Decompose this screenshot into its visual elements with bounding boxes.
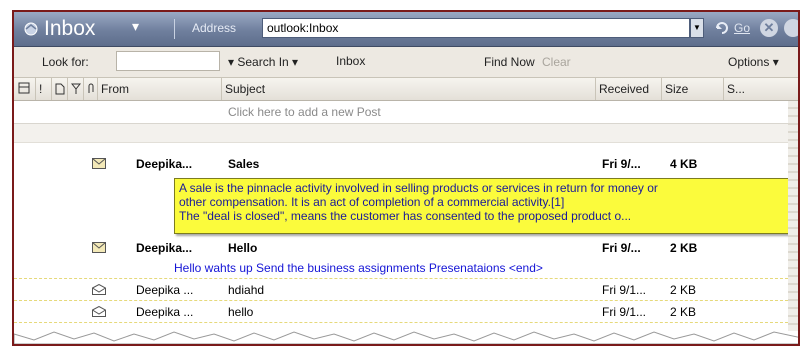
from-column[interactable]: From	[98, 78, 222, 100]
sensitivity-column[interactable]: S...	[724, 78, 794, 100]
message-size: 2 KB	[670, 305, 697, 319]
message-size: 2 KB	[670, 283, 697, 297]
clear-button[interactable]: Clear	[542, 55, 571, 69]
folder-dropdown-icon[interactable]: ▾	[132, 18, 139, 35]
options-button[interactable]: Options ▾	[728, 55, 779, 69]
message-received: Fri 9/1...	[602, 305, 647, 319]
tooltip-line: A sale is the pinnacle activity involved…	[179, 181, 658, 195]
message-preview-row[interactable]: Hello wahts up Send the business assignm…	[14, 258, 798, 279]
refresh-icon[interactable]	[784, 19, 798, 37]
message-row[interactable]: Deepika... Hello Fri 9/... 2 KB	[14, 238, 798, 258]
arrange-column[interactable]	[14, 78, 36, 100]
message-received: Fri 9/...	[602, 157, 641, 171]
column-header: ! From Subject Received Size S...	[14, 78, 798, 101]
go-button[interactable]: Go	[734, 21, 750, 35]
new-post-row[interactable]: Click here to add a new Post	[14, 101, 798, 124]
folder-title[interactable]: Inbox	[44, 16, 95, 42]
read-envelope-icon	[92, 306, 106, 317]
size-column[interactable]: Size	[662, 78, 724, 100]
toolbar-separator	[174, 19, 175, 39]
received-column[interactable]: Received	[596, 78, 662, 100]
arrange-icon	[18, 82, 30, 94]
unread-envelope-icon	[92, 158, 106, 169]
address-input[interactable]: outlook:Inbox	[262, 18, 690, 38]
tooltip-line: other compensation. It is an act of comp…	[179, 195, 565, 209]
address-dropdown-button[interactable]: ▼	[690, 18, 704, 38]
message-subject: hello	[228, 305, 254, 319]
torn-edge	[14, 331, 798, 344]
message-size: 4 KB	[670, 157, 698, 171]
subject-column[interactable]: Subject	[222, 78, 596, 100]
message-from: Deepika ...	[136, 283, 194, 297]
message-row[interactable]: Deepika ... hdiahd Fri 9/1... 2 KB	[14, 280, 798, 301]
message-size: 2 KB	[670, 241, 698, 255]
title-bar: Inbox ▾ Address outlook:Inbox ▼ Go ✕	[14, 12, 798, 47]
search-in-dropdown[interactable]: ▾ Search In ▾	[228, 55, 298, 69]
message-received: Fri 9/1...	[602, 283, 647, 297]
group-spacer	[14, 124, 798, 143]
go-icon[interactable]	[714, 20, 730, 36]
flag-column[interactable]	[68, 78, 84, 100]
read-envelope-icon	[92, 284, 106, 295]
message-subject: Hello	[228, 241, 258, 255]
outlook-window: Inbox ▾ Address outlook:Inbox ▼ Go ✕ Loo…	[12, 10, 800, 346]
look-for-input[interactable]	[116, 51, 220, 71]
icon-column[interactable]	[52, 78, 68, 100]
message-from: Deepika ...	[136, 305, 194, 319]
message-received: Fri 9/...	[602, 241, 641, 255]
message-subject: Sales	[228, 157, 260, 171]
attachment-column[interactable]	[84, 78, 98, 100]
search-in-value[interactable]: Inbox	[336, 54, 365, 68]
flag-icon	[71, 83, 81, 94]
tooltip-line: The "deal is closed", means the customer…	[179, 209, 632, 223]
preview-tooltip: A sale is the pinnacle activity involved…	[174, 178, 798, 234]
message-row[interactable]: Deepika ... hello Fri 9/1... 2 KB	[14, 302, 798, 323]
message-row[interactable]: Deepika... Sales Fri 9/... 4 KB	[14, 154, 798, 174]
message-preview: Hello wahts up Send the business assignm…	[174, 261, 543, 275]
importance-column[interactable]: !	[36, 78, 52, 100]
look-for-label: Look for:	[42, 55, 89, 69]
paperclip-icon	[88, 83, 94, 93]
document-icon	[55, 83, 65, 95]
inbox-folder-icon	[24, 22, 38, 36]
find-now-button[interactable]: Find Now	[484, 55, 535, 69]
unread-envelope-icon	[92, 242, 106, 253]
message-from: Deepika...	[136, 157, 193, 171]
find-bar: Look for: ▾ Search In ▾ Inbox Find Now C…	[14, 47, 798, 78]
stop-icon[interactable]: ✕	[760, 19, 778, 37]
vertical-scrollbar[interactable]	[788, 101, 798, 331]
address-label: Address	[192, 21, 237, 35]
message-from: Deepika...	[136, 241, 193, 255]
new-post-text: Click here to add a new Post	[228, 105, 381, 119]
message-subject: hdiahd	[228, 283, 265, 297]
